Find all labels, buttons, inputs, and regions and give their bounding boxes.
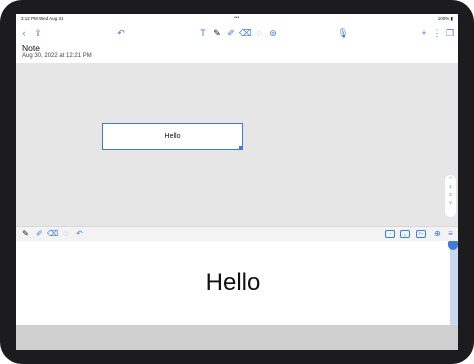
undo-icon[interactable]: ↶ — [115, 26, 127, 40]
page-2[interactable]: 2 — [445, 191, 456, 199]
scroll-handle[interactable] — [448, 241, 458, 250]
resize-handle[interactable] — [239, 146, 242, 149]
note-title[interactable]: Note — [22, 43, 40, 53]
note-header: Note Aug 30, 2022 at 12:21 PM — [16, 42, 458, 64]
ipad-frame: 3:12 PM Wed Aug 31 ••• 100% ▮ ‹ ⇪ ↶ T ✎ … — [0, 0, 474, 364]
pages-icon[interactable]: ❐ — [444, 26, 456, 40]
page-up-icon[interactable]: ^ — [445, 175, 456, 183]
marker-tool-icon[interactable]: ✐ — [225, 26, 237, 40]
text-box-content: Hello — [164, 133, 181, 140]
multitask-dots[interactable]: ••• — [234, 15, 239, 21]
eraser-tool-icon[interactable]: ⌫ — [239, 26, 252, 40]
space-button[interactable]: ␣ — [400, 230, 410, 238]
page-1[interactable]: 1 — [445, 183, 456, 191]
writing-scrollbar[interactable] — [448, 241, 458, 325]
screen: 3:12 PM Wed Aug 31 ••• 100% ▮ ‹ ⇪ ↶ T ✎ … — [16, 14, 458, 350]
status-time: 3:12 PM Wed Aug 31 — [21, 16, 64, 21]
zoom-icon[interactable]: ⊕ — [432, 228, 443, 240]
text-box[interactable]: Hello — [102, 123, 243, 150]
marker-icon[interactable]: ✐ — [34, 228, 45, 240]
add-icon[interactable]: + — [418, 26, 430, 40]
undo-icon-2[interactable]: ↶ — [74, 228, 85, 240]
more-icon[interactable]: ⋮ — [431, 26, 443, 40]
handwriting-area[interactable]: Hello — [16, 241, 450, 325]
page-down-icon[interactable]: v — [445, 199, 456, 207]
eraser-icon[interactable]: ⌫ — [47, 228, 58, 240]
status-bar: 3:12 PM Wed Aug 31 ••• 100% ▮ — [16, 14, 458, 24]
handwriting-text: Hello — [205, 269, 261, 296]
pen-icon[interactable]: ✎ — [20, 228, 31, 240]
back-icon[interactable]: ‹ — [18, 26, 30, 40]
page-navigator: ^ 1 2 v — [445, 175, 456, 217]
microphone-icon[interactable]: 🎙 — [337, 26, 349, 40]
lasso-icon[interactable]: ◌ — [60, 228, 71, 240]
shapes-tool-icon[interactable]: ⊚ — [267, 26, 279, 40]
cursor-back-button[interactable]: ‹ — [385, 230, 395, 238]
lasso-tool-icon[interactable]: ◌ — [253, 26, 265, 40]
note-date: Aug 30, 2022 at 12:21 PM — [22, 53, 92, 59]
menu-icon[interactable]: ≡ — [445, 228, 456, 240]
pen-tool-icon[interactable]: ✎ — [211, 26, 223, 40]
convert-button[interactable]: T+ — [416, 230, 426, 238]
text-tool-icon[interactable]: T — [197, 26, 209, 40]
top-toolbar: ‹ ⇪ ↶ T ✎ ✐ ⌫ ◌ ⊚ 🎙 + ⋮ ❐ — [16, 24, 458, 43]
status-battery: 100% ▮ — [437, 16, 453, 21]
note-canvas[interactable]: Hello ^ 1 2 v — [16, 63, 458, 240]
keyboard-area — [16, 325, 458, 350]
share-icon[interactable]: ⇪ — [32, 26, 44, 40]
handwriting-toolbar: ✎ ✐ ⌫ ◌ ↶ ‹ ␣ T+ ⊕ ≡ — [16, 226, 458, 242]
